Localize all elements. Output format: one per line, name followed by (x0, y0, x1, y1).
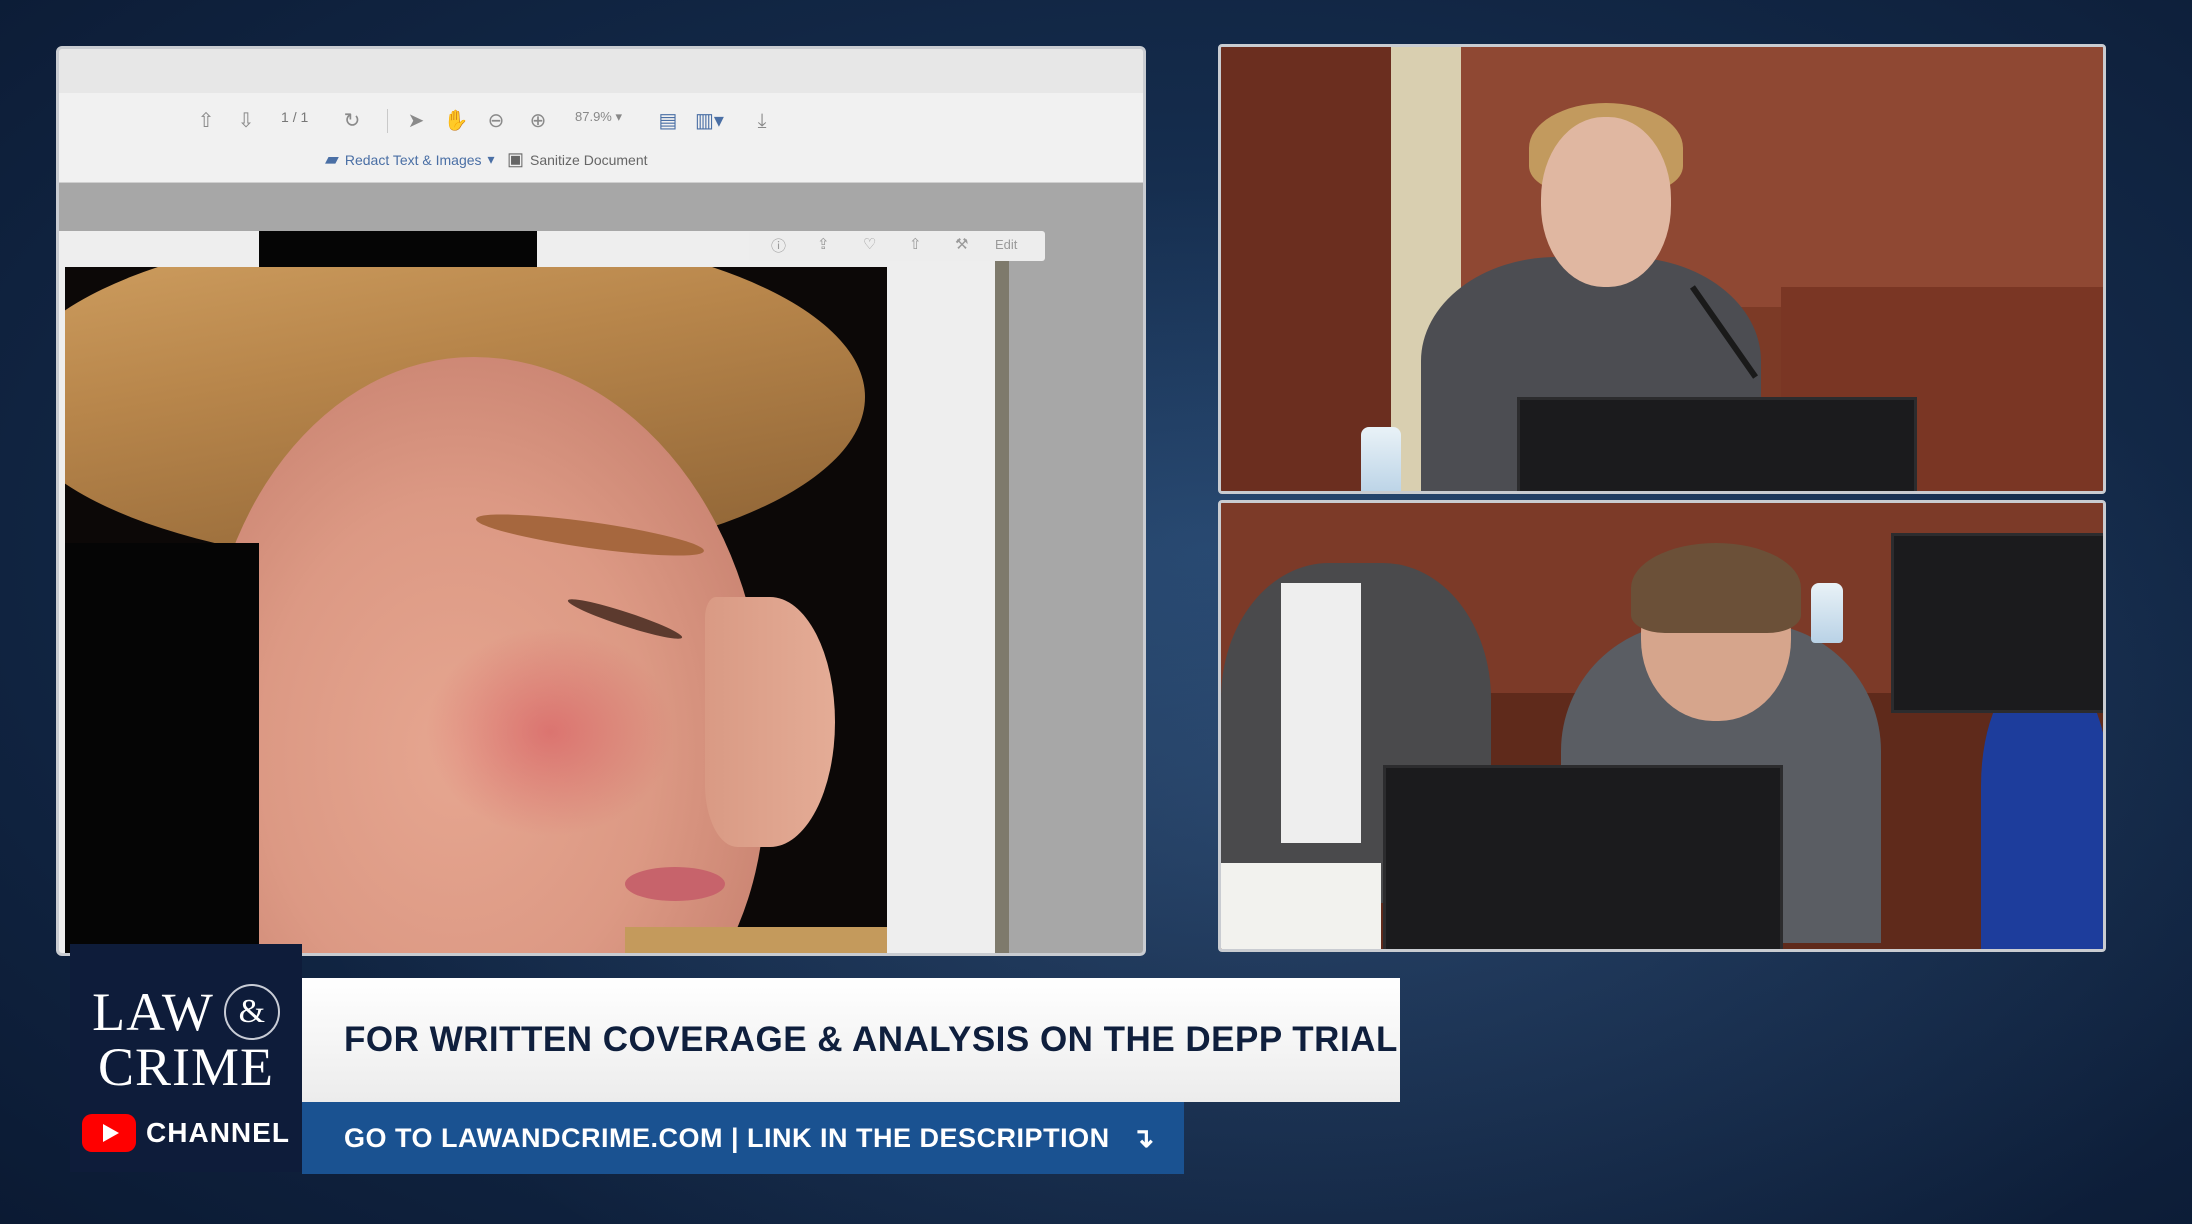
turn-down-arrow-icon: ↴ (1131, 1122, 1155, 1153)
download-icon[interactable]: ⤓ (749, 107, 775, 135)
attorney-blue-jacket (1981, 673, 2103, 949)
photo-cheek-redness (425, 627, 675, 837)
redact-tool[interactable]: ▰ Redact Text & Images ▾ (325, 149, 495, 170)
redaction-box-top (259, 231, 537, 267)
info-icon[interactable]: ⓘ (771, 235, 786, 256)
logo-top-row: LAW & (92, 984, 280, 1040)
water-bottle (1811, 583, 1843, 643)
hand-icon[interactable]: ✋ (443, 107, 469, 135)
witness-monitor (1517, 397, 1917, 491)
share-icon[interactable]: ⇪ (817, 235, 830, 253)
photo-shoulder (625, 927, 887, 953)
subline-banner[interactable]: GO TO LAWANDCRIME.COM | LINK IN THE DESC… (302, 1102, 1184, 1174)
redaction-box-left (65, 543, 259, 953)
sanitize-tool[interactable]: ▣ Sanitize Document (507, 149, 648, 170)
witness-camera-feed (1218, 44, 2106, 494)
select-arrow-icon[interactable]: ➤ (403, 107, 429, 135)
page-total: / 1 (292, 109, 309, 125)
logo-word-crime: CRIME (97, 1037, 275, 1097)
headline-text: FOR WRITTEN COVERAGE & ANALYSIS ON THE D… (344, 1020, 1398, 1059)
attorney-shirt (1281, 583, 1361, 843)
page-current[interactable]: 1 (281, 109, 289, 125)
redact-icon: ▰ (325, 149, 339, 169)
photo-nose (705, 597, 835, 847)
toolbar-divider (387, 109, 388, 133)
page-hover-toolbar: ⓘ ⇪ ♡ ⇧ ⚒ Edit (749, 231, 1045, 261)
witness-head (1541, 117, 1671, 287)
tools-icon[interactable]: ⚒ (955, 235, 968, 253)
pdf-title-bar (59, 49, 1143, 93)
upload-icon[interactable]: ⇧ (909, 235, 922, 253)
pdf-toolbar: ⇧ ⇩ 1 / 1 ↻ ➤ ✋ ⊖ ⊕ 87.9% ▾ ▤ ▥▾ ⤓ ▰ Red… (59, 93, 1143, 183)
defense-monitor (1383, 765, 1783, 949)
subline-text: GO TO LAWANDCRIME.COM | LINK IN THE DESC… (344, 1122, 1110, 1153)
zoom-in-icon[interactable]: ⊕ (525, 107, 551, 135)
toolbar-row-tools: ▰ Redact Text & Images ▾ ▣ Sanitize Docu… (59, 145, 1143, 175)
redact-label: Redact Text & Images (344, 151, 482, 168)
logo-channel-label: CHANNEL (146, 1117, 290, 1148)
law-and-crime-logo[interactable]: LAW & CRIME CHANNEL (70, 944, 302, 1172)
export-icon[interactable]: ▥▾ (695, 107, 724, 135)
water-bottle (1361, 427, 1401, 491)
zoom-out-icon[interactable]: ⊖ (483, 107, 509, 135)
youtube-icon (82, 1114, 137, 1152)
logo-channel-row: CHANNEL (82, 1114, 290, 1152)
heart-icon[interactable]: ♡ (863, 235, 876, 253)
pdf-viewer-window: ⇧ ⇩ 1 / 1 ↻ ➤ ✋ ⊖ ⊕ 87.9% ▾ ▤ ▥▾ ⤓ ▰ Red… (56, 46, 1146, 956)
rotate-icon[interactable]: ↻ (339, 107, 365, 135)
page-indicator[interactable]: 1 / 1 (281, 109, 308, 125)
edit-button[interactable]: Edit (995, 237, 1017, 252)
up-arrow-icon[interactable]: ⇧ (193, 107, 219, 135)
pdf-canvas[interactable]: ⓘ ⇪ ♡ ⇧ ⚒ Edit (59, 183, 1143, 953)
page-edge (995, 231, 1009, 953)
down-arrow-icon[interactable]: ⇩ (233, 107, 259, 135)
headline-banner: FOR WRITTEN COVERAGE & ANALYSIS ON THE D… (302, 978, 1400, 1102)
defendant-hair (1631, 543, 1801, 633)
zoom-level: 87.9% (575, 109, 612, 124)
chevron-down-icon: ▾ (487, 151, 495, 167)
toolbar-row-navigation: ⇧ ⇩ 1 / 1 ↻ ➤ ✋ ⊖ ⊕ 87.9% ▾ ▤ ▥▾ ⤓ (59, 103, 1143, 139)
chevron-down-icon: ▾ (615, 109, 623, 124)
sanitize-icon: ▣ (507, 149, 525, 169)
zoom-level-select[interactable]: 87.9% ▾ (575, 109, 622, 125)
page-icon[interactable]: ▤ (655, 107, 681, 135)
logo-word-law: LAW (92, 982, 214, 1042)
side-monitor (1891, 533, 2103, 713)
logo-ampersand-seal: & (223, 984, 280, 1040)
defense-table-camera-feed (1218, 500, 2106, 952)
photo-lips (625, 867, 725, 901)
legal-papers (1221, 863, 1381, 949)
sanitize-label: Sanitize Document (530, 151, 648, 168)
